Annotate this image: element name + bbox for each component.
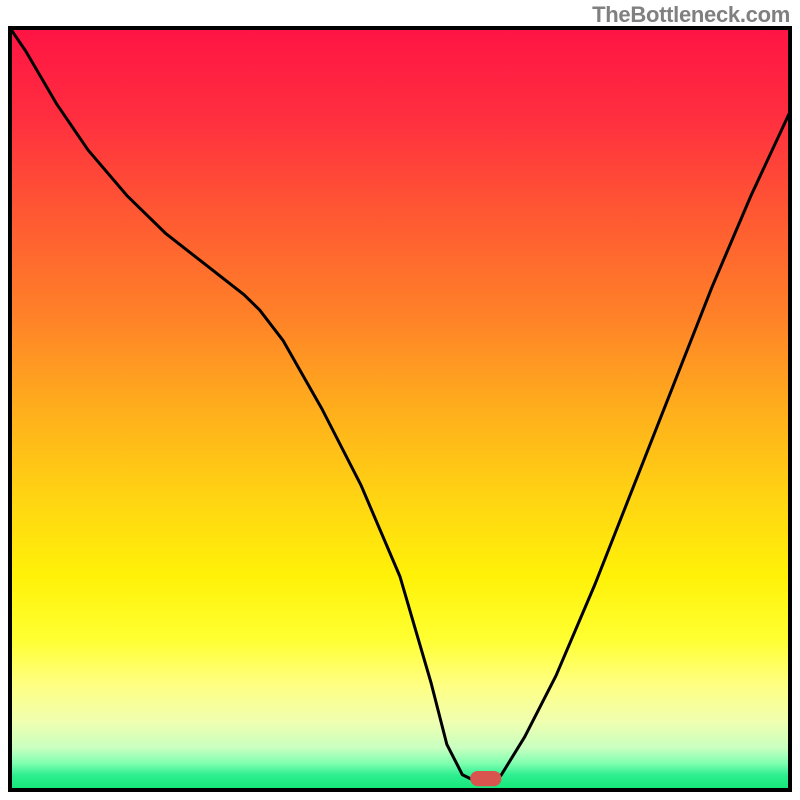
bottleneck-chart [0, 0, 800, 800]
watermark-text: TheBottleneck.com [592, 2, 790, 28]
optimal-marker [470, 771, 501, 786]
gradient-background [10, 28, 790, 790]
chart-container: { "watermark": "TheBottleneck.com", "cha… [0, 0, 800, 800]
